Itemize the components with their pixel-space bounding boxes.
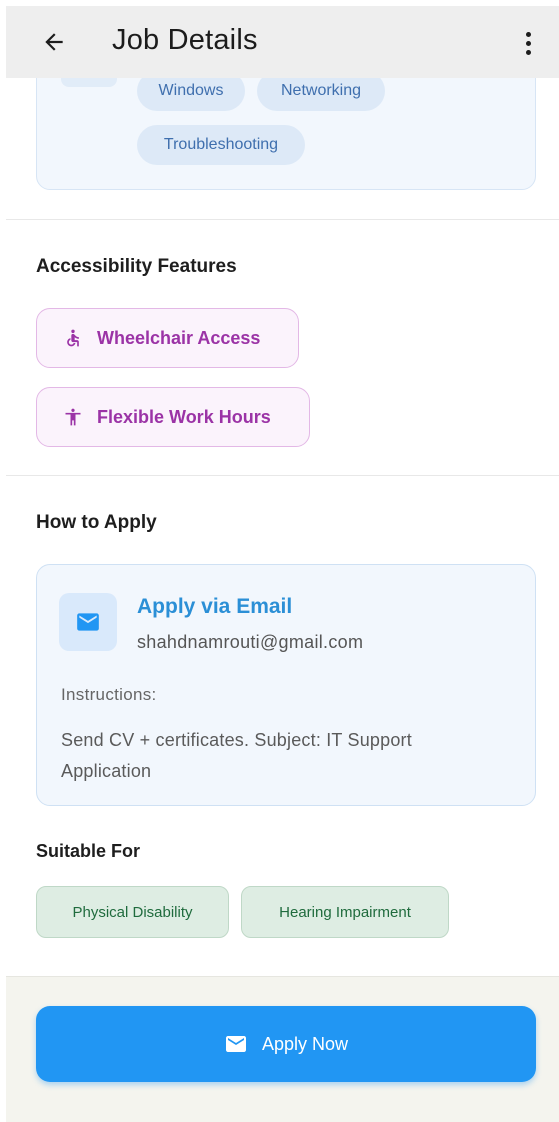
feature-chip-flexible-hours: Flexible Work Hours	[36, 387, 310, 447]
skill-chip: Troubleshooting	[137, 125, 305, 165]
apply-method-card: Apply via Email shahdnamrouti@gmail.com …	[36, 564, 536, 806]
how-to-apply-title: How to Apply	[36, 512, 157, 533]
suitable-chip: Hearing Impairment	[241, 886, 449, 938]
page-title: Job Details	[112, 24, 258, 56]
apply-method: Apply via Email	[137, 595, 293, 618]
suitable-label: Hearing Impairment	[279, 903, 411, 921]
apply-now-button[interactable]: Apply Now	[36, 1006, 536, 1082]
arrow-left-icon	[45, 33, 63, 51]
instructions-label: Instructions:	[61, 685, 157, 704]
back-button[interactable]	[36, 24, 72, 60]
contact-email[interactable]: shahdnamrouti@gmail.com	[137, 632, 363, 653]
suitable-chip: Physical Disability	[36, 886, 229, 938]
mail-icon	[77, 613, 99, 631]
mail-icon	[224, 1032, 248, 1056]
apply-now-label: Apply Now	[261, 1033, 349, 1054]
divider	[6, 475, 559, 476]
suitable-for-title: Suitable For	[36, 841, 141, 861]
more-vert-icon[interactable]	[518, 26, 538, 60]
feature-label: Wheelchair Access	[97, 327, 261, 348]
app-bar: Job Details	[6, 6, 559, 78]
suitable-label: Physical Disability	[72, 903, 193, 921]
divider	[6, 219, 559, 220]
feature-label: Flexible Work Hours	[97, 406, 271, 427]
wheelchair-icon	[61, 326, 85, 350]
mail-icon-box	[59, 593, 117, 651]
accessibility-person-icon	[61, 405, 85, 429]
feature-chip-wheelchair: Wheelchair Access	[36, 308, 299, 368]
instructions-text: Send CV + certificates. Subject: IT Supp…	[61, 730, 412, 781]
accessibility-title: Accessibility Features	[36, 256, 237, 277]
